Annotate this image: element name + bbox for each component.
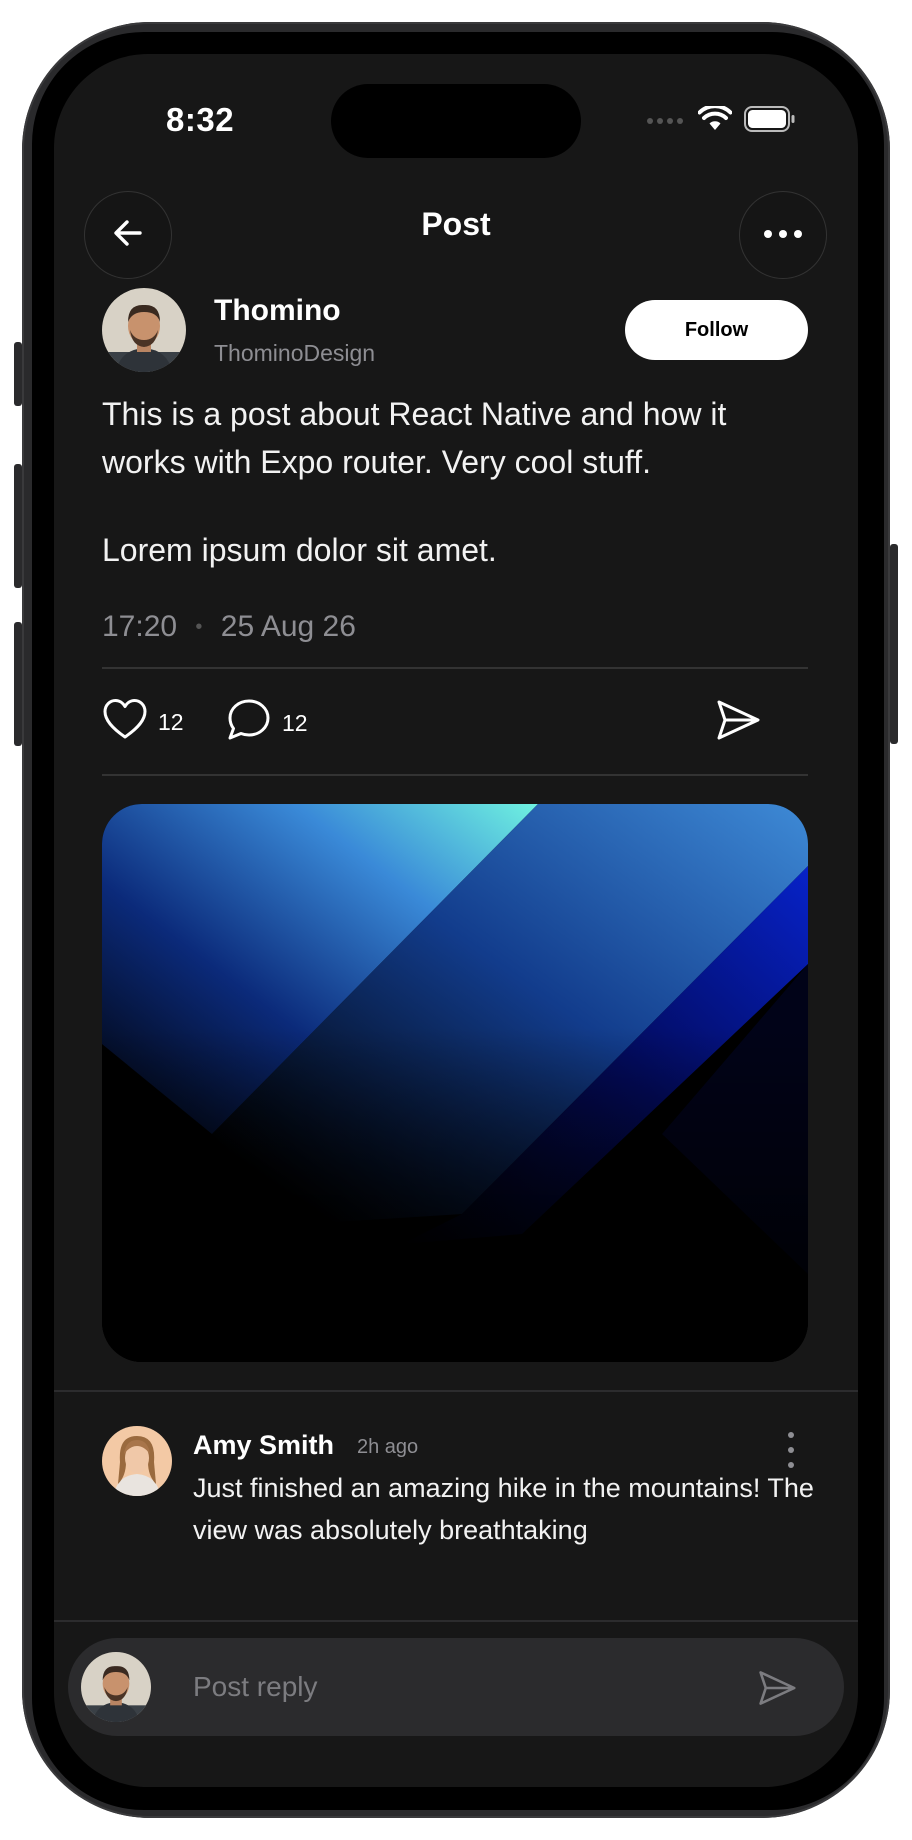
reply-placeholder[interactable]: Post reply <box>193 1671 318 1703</box>
post-date: 25 Aug 26 <box>220 610 356 643</box>
share-button[interactable] <box>715 698 761 748</box>
post-timestamp: 17:20 • 25 Aug 26 <box>102 610 356 644</box>
power-button <box>890 544 898 744</box>
user-avatar <box>81 1652 151 1722</box>
meta-separator: • <box>195 616 203 638</box>
comment-button[interactable]: 12 <box>226 698 308 748</box>
author-handle: ThominoDesign <box>214 340 376 366</box>
section-divider <box>54 1620 858 1622</box>
comment-author[interactable]: Amy Smith <box>193 1430 334 1461</box>
volume-up-button <box>14 464 22 588</box>
more-options-button[interactable] <box>739 191 827 279</box>
screen: 8:32 Post Thomino ThominoDesign Follow T… <box>54 54 858 1787</box>
post-paragraph: This is a post about React Native and ho… <box>102 396 727 480</box>
author-name[interactable]: Thomino <box>214 294 341 328</box>
battery-icon <box>744 106 796 137</box>
divider <box>102 774 808 776</box>
mute-switch <box>14 342 22 406</box>
author-avatar[interactable] <box>102 288 186 372</box>
like-count: 12 <box>158 708 184 735</box>
status-time: 8:32 <box>166 101 235 138</box>
page-title: Post <box>421 206 491 242</box>
comment-more-icon[interactable] <box>785 1432 797 1468</box>
dynamic-island <box>331 84 581 158</box>
comment-icon <box>226 698 272 748</box>
like-button[interactable]: 12 <box>102 698 184 746</box>
post-paragraph: Lorem ipsum dolor sit amet. <box>102 532 497 568</box>
heart-icon <box>102 698 148 746</box>
reply-input[interactable]: Post reply <box>68 1638 844 1736</box>
comment-text: Just finished an amazing hike in the mou… <box>193 1473 814 1545</box>
divider <box>102 667 808 669</box>
send-reply-icon[interactable] <box>757 1669 797 1712</box>
wifi-icon <box>697 104 733 137</box>
comment-time: 2h ago <box>357 1436 419 1458</box>
volume-down-button <box>14 622 22 746</box>
post-time: 17:20 <box>102 610 178 643</box>
ellipsis-icon <box>763 226 803 244</box>
comment-avatar[interactable] <box>102 1426 172 1496</box>
status-icons <box>646 104 796 137</box>
post-image[interactable] <box>102 804 808 1362</box>
signal-icon <box>646 113 686 131</box>
comment-count: 12 <box>282 709 308 736</box>
section-divider <box>54 1390 858 1392</box>
send-icon <box>715 698 761 748</box>
follow-button[interactable]: Follow <box>625 300 808 360</box>
